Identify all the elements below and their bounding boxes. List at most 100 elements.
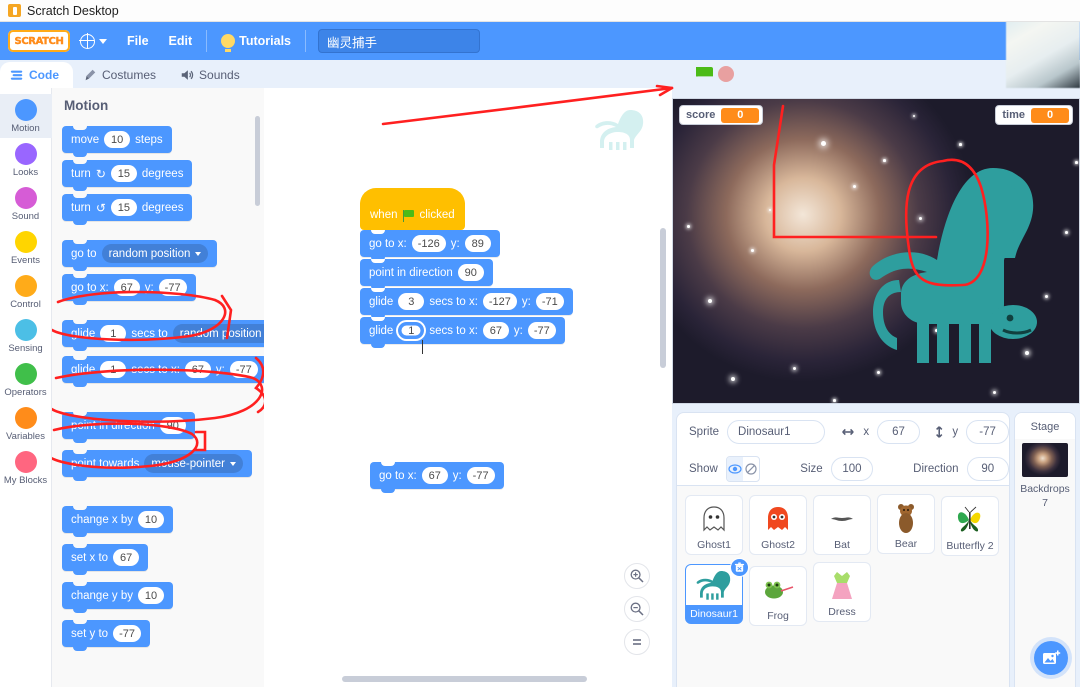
dinosaur-sprite[interactable] <box>863 154 1043 399</box>
choose-a-backdrop-button[interactable] <box>1034 641 1068 675</box>
category-sensing[interactable]: Sensing <box>0 314 52 358</box>
block-number-input[interactable]: -77 <box>229 361 258 378</box>
tab-code[interactable]: Code <box>0 62 73 88</box>
block-number-input[interactable]: -127 <box>482 293 517 310</box>
block-dropdown[interactable]: random position <box>101 244 209 263</box>
block-number-input[interactable]: 3 <box>398 293 425 310</box>
tutorials-label: Tutorials <box>239 34 292 48</box>
globe-icon <box>79 32 95 49</box>
palette-block-go-to-xy[interactable]: go to x: 67 y: -77 <box>62 274 196 305</box>
zoom-reset-button[interactable] <box>624 629 650 655</box>
palette-block-set-x[interactable]: set x to 67 <box>62 544 149 575</box>
tab-sounds[interactable]: Sounds <box>170 62 254 88</box>
workspace-horizontal-scrollbar[interactable] <box>342 676 587 682</box>
category-events[interactable]: Events <box>0 226 52 270</box>
script-block-glide-to-xy-2[interactable]: glide 1 secs to x: 67 y: -77 <box>360 317 565 348</box>
palette-scrollbar[interactable] <box>255 116 260 206</box>
block-number-input[interactable]: 10 <box>138 587 165 604</box>
menu-tutorials[interactable]: Tutorials <box>211 22 301 60</box>
category-my-blocks[interactable]: My Blocks <box>0 446 52 490</box>
sprite-item-dinosaur1[interactable]: Dinosaur1 <box>685 558 749 624</box>
code-workspace[interactable]: when clicked go to x: -126 y: 89 point in dire… <box>264 88 672 687</box>
block-dropdown[interactable]: mouse-pointer <box>144 454 243 473</box>
block-number-input[interactable]: 90 <box>159 417 186 434</box>
palette-block-point-towards[interactable]: point towards mouse-pointer <box>62 450 252 481</box>
block-number-input[interactable]: 10 <box>104 131 131 148</box>
block-number-input[interactable]: -77 <box>527 322 556 339</box>
sprite-item-dress[interactable]: Dress <box>813 562 871 622</box>
workspace-vertical-scrollbar[interactable] <box>660 228 666 368</box>
workspace-zoom-controls <box>624 563 650 655</box>
show-visible-button[interactable] <box>726 456 744 481</box>
bear-icon <box>893 499 919 537</box>
block-number-input[interactable]: -77 <box>466 467 495 484</box>
block-number-input[interactable]: 15 <box>110 165 137 182</box>
score-monitor[interactable]: score 0 <box>679 105 764 125</box>
sprite-item-ghost1[interactable]: Ghost1 <box>685 495 743 555</box>
block-dropdown[interactable]: random position <box>172 324 264 343</box>
block-number-input[interactable]: 15 <box>110 199 137 216</box>
block-number-input[interactable]: 90 <box>457 264 484 281</box>
block-number-input[interactable]: 10 <box>138 511 165 528</box>
script-block-point-dir[interactable]: point in direction 90 <box>360 259 493 290</box>
palette-block-glide-to-xy[interactable]: glide 1 secs to x: 67 y: -77 <box>62 356 264 387</box>
palette-block-go-to[interactable]: go to random position <box>62 240 218 271</box>
palette-block-turn-right[interactable]: turn ↻ 15 degrees <box>62 160 193 191</box>
palette-block-glide-to[interactable]: glide 1 secs to random position <box>62 320 264 351</box>
block-number-input[interactable]: -77 <box>113 625 141 642</box>
palette-block-change-y[interactable]: change y by 10 <box>62 582 174 613</box>
block-number-input[interactable]: -126 <box>411 235 446 252</box>
delete-sprite-button[interactable] <box>730 558 749 577</box>
block-number-input[interactable]: 89 <box>464 235 491 252</box>
script-block-go-to-xy-loose[interactable]: go to x: 67 y: -77 <box>370 462 504 493</box>
show-hidden-button[interactable] <box>743 457 759 481</box>
palette-block-turn-left[interactable]: turn ↺ 15 degrees <box>62 194 193 225</box>
menu-file[interactable]: File <box>117 22 159 60</box>
sprite-name-input[interactable]: Dinosaur1 <box>727 419 826 444</box>
category-variables[interactable]: Variables <box>0 402 52 446</box>
stop-button[interactable] <box>718 66 734 82</box>
category-control[interactable]: Control <box>0 270 52 314</box>
block-palette[interactable]: Motion move 10 steps turn ↻ 15 degrees turn ↺ 15 d… <box>52 88 264 687</box>
zoom-in-button[interactable] <box>624 563 650 589</box>
sprite-item-bear[interactable]: Bear <box>877 494 935 554</box>
menu-edit[interactable]: Edit <box>159 22 203 60</box>
category-sound[interactable]: Sound <box>0 182 52 226</box>
block-number-input[interactable]: 1 <box>398 322 425 339</box>
block-number-input[interactable]: 1 <box>100 325 127 342</box>
x-input[interactable]: 67 <box>877 419 920 444</box>
hat-block-when-flag-clicked[interactable]: when clicked <box>360 188 465 230</box>
stage-canvas[interactable]: score 0 time 0 <box>672 98 1080 404</box>
block-number-input[interactable]: 67 <box>482 322 509 339</box>
size-input[interactable]: 100 <box>830 456 874 481</box>
block-number-input[interactable]: 67 <box>184 361 211 378</box>
block-number-input[interactable]: 67 <box>421 467 448 484</box>
block-number-input[interactable]: 67 <box>113 279 140 296</box>
sprite-item-bat[interactable]: Bat <box>813 495 871 555</box>
tab-costumes[interactable]: Costumes <box>73 62 171 88</box>
language-selector[interactable] <box>70 22 117 60</box>
direction-input[interactable]: 90 <box>966 456 1009 481</box>
sprite-item-frog[interactable]: Frog <box>749 566 807 626</box>
project-name-input[interactable]: 幽灵捕手 <box>318 29 481 53</box>
script-block-go-to-xy[interactable]: go to x: -126 y: 89 <box>360 230 500 261</box>
sprite-item-ghost2[interactable]: Ghost2 <box>749 495 807 555</box>
backdrops-label: Backdrops <box>1020 483 1070 495</box>
category-operators[interactable]: Operators <box>0 358 52 402</box>
script-block-glide-to-xy-1[interactable]: glide 3 secs to x: -127 y: -71 <box>360 288 573 319</box>
palette-block-point-dir[interactable]: point in direction 90 <box>62 412 195 443</box>
block-number-input[interactable]: 1 <box>100 361 127 378</box>
palette-block-change-x[interactable]: change x by 10 <box>62 506 174 537</box>
palette-block-set-y[interactable]: set y to -77 <box>62 620 150 651</box>
sprite-item-butterfly-2[interactable]: Butterfly 2 <box>941 496 999 556</box>
block-number-input[interactable]: -77 <box>158 279 187 296</box>
horizontal-arrow-icon <box>842 428 855 435</box>
block-number-input[interactable]: 67 <box>113 549 140 566</box>
category-motion[interactable]: Motion <box>0 94 52 138</box>
time-monitor[interactable]: time 0 <box>995 105 1073 125</box>
y-input[interactable]: -77 <box>966 419 1009 444</box>
block-number-input[interactable]: -71 <box>535 293 564 310</box>
palette-block-move[interactable]: move 10 steps <box>62 126 172 157</box>
category-looks[interactable]: Looks <box>0 138 52 182</box>
zoom-out-button[interactable] <box>624 596 650 622</box>
